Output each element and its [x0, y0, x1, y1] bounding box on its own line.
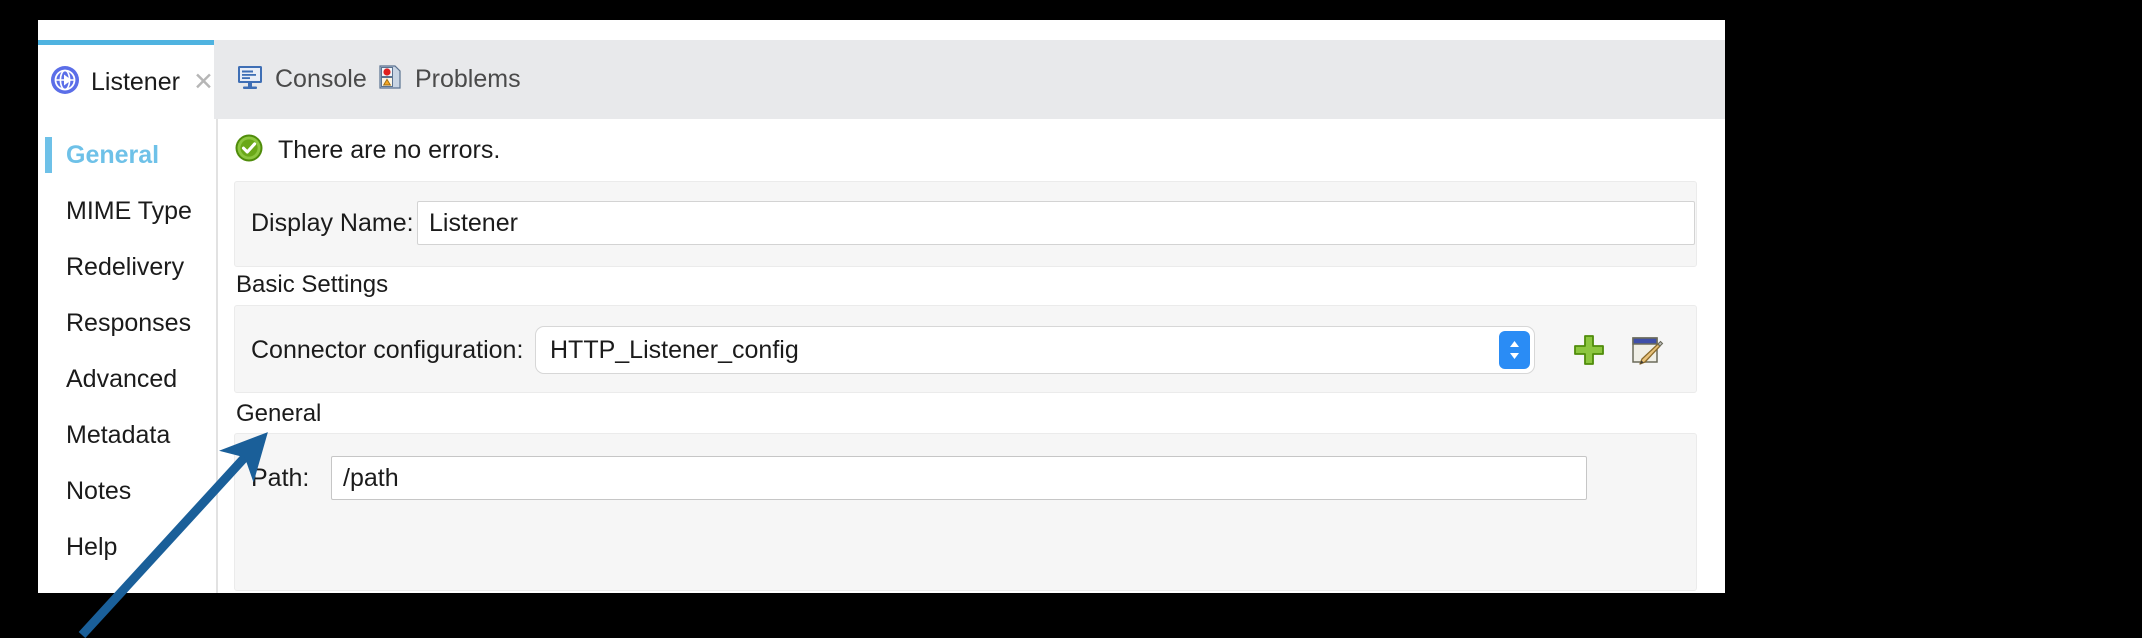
sidebar-item-label: Responses — [66, 308, 192, 337]
sidebar-item-label: Notes — [66, 476, 132, 505]
problems-page-icon — [376, 63, 404, 96]
sidebar-item-label: Advanced — [66, 364, 178, 393]
display-name-label: Display Name: — [251, 208, 414, 237]
path-row: Path: /path — [251, 456, 1587, 500]
tab-problems-label: Problems — [415, 65, 521, 93]
sidebar-item-notes[interactable]: Notes — [38, 465, 216, 517]
connector-configuration-row: Connector configuration: HTTP_Listener_c… — [251, 326, 1665, 374]
sidebar-item-redelivery[interactable]: Redelivery — [38, 241, 216, 293]
plus-add-icon[interactable] — [1571, 332, 1607, 368]
sidebar-item-advanced[interactable]: Advanced — [38, 353, 216, 405]
check-circle-icon — [234, 133, 264, 168]
display-name-group: Display Name: Listener — [234, 181, 1697, 267]
status-message-text: There are no errors. — [278, 136, 501, 164]
sidebar-item-help[interactable]: Help — [38, 521, 216, 573]
connector-configuration-select[interactable]: HTTP_Listener_config — [535, 326, 1535, 374]
tab-listener-label: Listener — [91, 67, 180, 96]
general-group: Path: /path — [234, 433, 1697, 591]
display-name-input[interactable]: Listener — [417, 201, 1695, 245]
listener-config-panel: Listener ✕ Console Problems General MIME… — [38, 20, 1725, 593]
close-icon[interactable]: ✕ — [193, 69, 214, 95]
basic-settings-title: Basic Settings — [236, 271, 389, 298]
sidebar-item-label: Metadata — [66, 420, 171, 449]
chevron-up-down-icon[interactable] — [1499, 331, 1530, 369]
basic-settings-group: Connector configuration: HTTP_Listener_c… — [234, 305, 1697, 393]
sidebar-item-label: Help — [66, 532, 118, 561]
path-label: Path: — [251, 463, 310, 492]
path-input[interactable]: /path — [331, 456, 1587, 500]
edit-pencil-icon[interactable] — [1629, 332, 1665, 368]
config-content-area: There are no errors. Display Name: Liste… — [220, 119, 1725, 593]
status-message-row: There are no errors. — [234, 133, 500, 168]
globe-arrow-icon — [50, 65, 80, 100]
connector-configuration-value[interactable]: HTTP_Listener_config — [535, 326, 1535, 374]
sidebar-item-mime-type[interactable]: MIME Type — [38, 185, 216, 237]
connector-configuration-label: Connector configuration: — [251, 335, 524, 364]
sidebar-item-responses[interactable]: Responses — [38, 297, 216, 349]
editor-tab-bar: Listener ✕ Console Problems — [38, 40, 1725, 119]
tab-console-label: Console — [275, 65, 367, 93]
tab-console[interactable]: Console — [228, 40, 367, 119]
tab-problems[interactable]: Problems — [368, 40, 521, 119]
sidebar-item-label: General — [66, 140, 160, 169]
sidebar-item-metadata[interactable]: Metadata — [38, 409, 216, 461]
active-indicator-bar — [45, 137, 52, 173]
tab-listener[interactable]: Listener ✕ — [38, 40, 214, 119]
sidebar-item-label: MIME Type — [66, 196, 192, 225]
general-group-title: General — [236, 400, 322, 427]
console-monitor-icon — [236, 63, 264, 96]
config-sidebar: General MIME Type Redelivery Responses A… — [38, 119, 218, 593]
sidebar-item-label: Redelivery — [66, 252, 185, 281]
sidebar-item-general[interactable]: General — [38, 129, 216, 181]
display-name-row: Display Name: Listener — [251, 201, 1695, 245]
